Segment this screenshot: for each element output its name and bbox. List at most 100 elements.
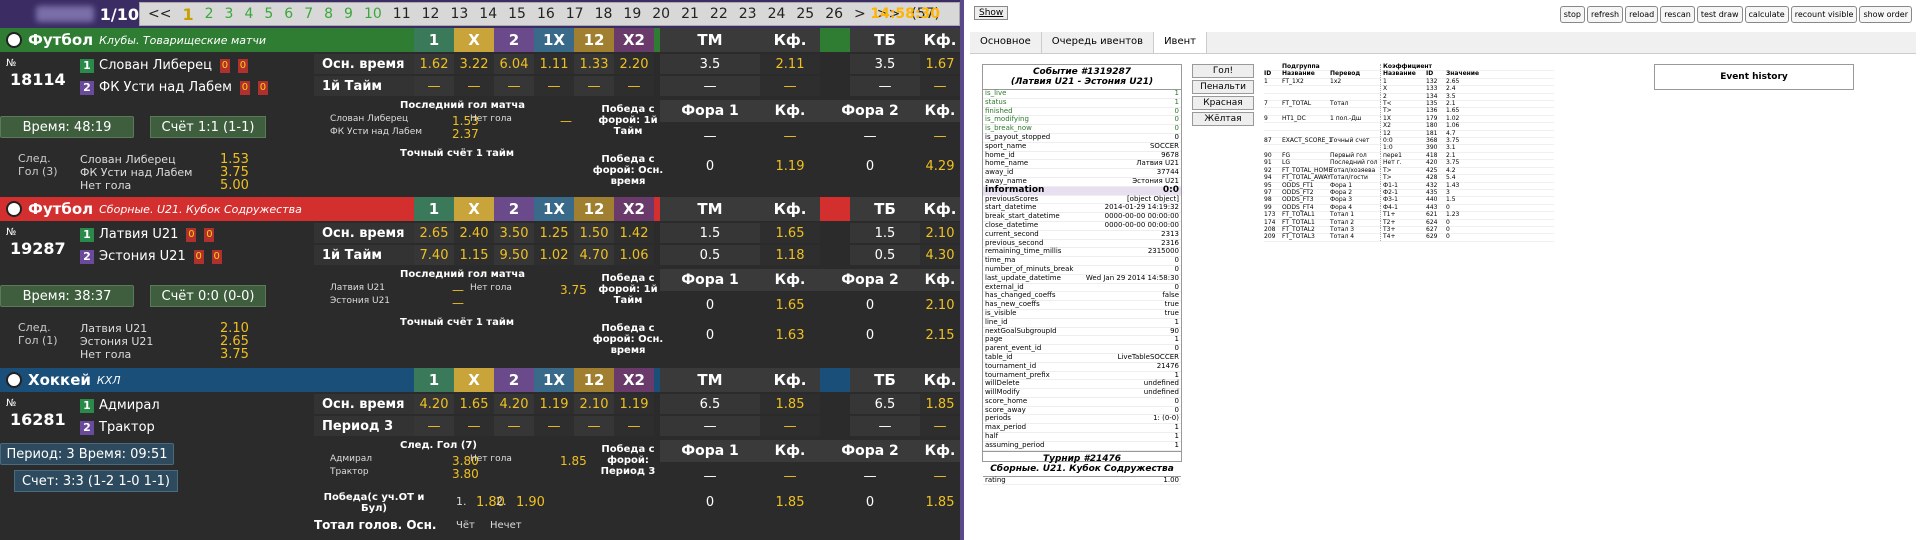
page-link-18[interactable]: 18: [595, 6, 613, 22]
pagination[interactable]: << 1 2 3 4 5 6 7 8 9 10 11 12 13 14 15 16 17 18 19 20 21 22 23 2…: [138, 2, 960, 26]
coef-cell[interactable]: 0.5: [660, 245, 760, 265]
page-link-6[interactable]: 6: [284, 6, 293, 22]
coef-cell[interactable]: 1.18: [760, 245, 820, 265]
coef-cell[interactable]: 1.06: [614, 245, 654, 265]
coef-cell[interactable]: 1.02: [534, 245, 574, 265]
tab-2[interactable]: Ивент: [1154, 32, 1207, 53]
fora-coef[interactable]: 2.15: [920, 325, 960, 345]
event-history-box[interactable]: Event history: [1654, 64, 1854, 90]
coef-cell[interactable]: —: [494, 76, 534, 96]
coef-cell[interactable]: 1.85: [920, 394, 960, 414]
coef-cell[interactable]: 1.15: [454, 245, 494, 265]
fora-coef[interactable]: 0: [660, 492, 760, 512]
fora-coef[interactable]: 0: [820, 295, 920, 315]
page-link-17[interactable]: 17: [566, 6, 584, 22]
coef-cell[interactable]: 1.85: [760, 394, 820, 414]
coef-cell[interactable]: 4.70: [574, 245, 614, 265]
page-link-22[interactable]: 22: [710, 6, 728, 22]
page-link-19[interactable]: 19: [623, 6, 641, 22]
coef-cell[interactable]: —: [414, 76, 454, 96]
fora-coef[interactable]: 1.85: [760, 492, 820, 512]
page-link-14[interactable]: 14: [479, 6, 497, 22]
coef-cell[interactable]: 1.19: [614, 394, 654, 414]
coef-cell[interactable]: 1.11: [534, 54, 574, 74]
coef-cell[interactable]: —: [414, 416, 454, 436]
tab-0[interactable]: Основное: [970, 32, 1042, 53]
last-goal-cell[interactable]: —: [452, 296, 464, 310]
coef-cell[interactable]: 4.20: [494, 394, 534, 414]
control-refresh[interactable]: refresh: [1586, 6, 1624, 23]
page-link-16[interactable]: 16: [537, 6, 555, 22]
fora-coef[interactable]: 1.65: [760, 295, 820, 315]
coef-cell[interactable]: —: [574, 416, 614, 436]
page-link-10[interactable]: 10: [364, 6, 382, 22]
fora-coef[interactable]: 2.10: [920, 295, 960, 315]
page-link-21[interactable]: 21: [681, 6, 699, 22]
coef-cell[interactable]: —: [760, 76, 820, 96]
control-recount-visible[interactable]: recount visible: [1790, 6, 1858, 23]
coef-cell[interactable]: 9.50: [494, 245, 534, 265]
coef-cell[interactable]: —: [534, 416, 574, 436]
page-link-27[interactable]: >: [854, 6, 866, 22]
page-link-0[interactable]: <<: [148, 6, 171, 22]
coef-cell[interactable]: —: [574, 76, 614, 96]
fora-coef[interactable]: 1.85: [920, 492, 960, 512]
last-goal-cell[interactable]: 1.85: [560, 454, 587, 468]
page-link-20[interactable]: 20: [652, 6, 670, 22]
fora-coef[interactable]: 0: [820, 325, 920, 345]
last-goal-cell[interactable]: 3.75: [560, 283, 587, 297]
coef-cell[interactable]: 1.25: [534, 223, 574, 243]
show-button[interactable]: Show: [974, 6, 1009, 20]
coef-cell[interactable]: 1.65: [454, 394, 494, 414]
coef-cell[interactable]: —: [494, 416, 534, 436]
win-ot-cell[interactable]: 1.90: [516, 495, 545, 510]
page-link-26[interactable]: 26: [825, 6, 843, 22]
coef-cell[interactable]: 4.30: [920, 245, 960, 265]
coef-cell[interactable]: 3.50: [494, 223, 534, 243]
action-button-1[interactable]: Пенальти: [1192, 80, 1254, 94]
fora-coef[interactable]: —: [820, 466, 920, 486]
page-link-25[interactable]: 25: [796, 6, 814, 22]
coef-cell[interactable]: 2.10: [574, 394, 614, 414]
coef-cell[interactable]: —: [850, 76, 920, 96]
control-test-draw[interactable]: test draw: [1696, 6, 1743, 23]
coef-cell[interactable]: 7.40: [414, 245, 454, 265]
coef-cell[interactable]: 2.11: [760, 54, 820, 74]
coef-cell[interactable]: 1.42: [614, 223, 654, 243]
coef-cell[interactable]: 1.33: [574, 54, 614, 74]
coef-cell[interactable]: —: [454, 416, 494, 436]
coef-cell[interactable]: 3.22: [454, 54, 494, 74]
last-goal-cell[interactable]: —: [560, 114, 572, 128]
last-goal-cell[interactable]: 3.80: [452, 467, 479, 481]
coef-cell[interactable]: 1.5: [660, 223, 760, 243]
coef-cell[interactable]: 4.20: [414, 394, 454, 414]
fora-coef[interactable]: —: [920, 466, 960, 486]
coef-cell[interactable]: 6.04: [494, 54, 534, 74]
coef-cell[interactable]: 0.5: [850, 245, 920, 265]
coef-cell[interactable]: 3.5: [850, 54, 920, 74]
last-goal-cell[interactable]: —: [452, 283, 464, 297]
page-link-13[interactable]: 13: [450, 6, 468, 22]
fora-coef[interactable]: —: [660, 466, 760, 486]
coef-cell[interactable]: 1.19: [534, 394, 574, 414]
coef-cell[interactable]: 2.40: [454, 223, 494, 243]
coef-cell[interactable]: —: [850, 416, 920, 436]
coef-cell[interactable]: —: [614, 76, 654, 96]
control-show-order[interactable]: show order: [1859, 6, 1912, 23]
fora-coef[interactable]: 0: [820, 492, 920, 512]
control-calculate[interactable]: calculate: [1744, 6, 1789, 23]
fora-coef[interactable]: 1.63: [760, 325, 820, 345]
fora-coef[interactable]: 0: [660, 295, 760, 315]
coef-cell[interactable]: 1.5: [850, 223, 920, 243]
fora-coef[interactable]: —: [660, 126, 760, 146]
coef-cell[interactable]: 6.5: [660, 394, 760, 414]
coef-cell[interactable]: —: [660, 76, 760, 96]
page-link-24[interactable]: 24: [768, 6, 786, 22]
coef-cell[interactable]: 2.65: [414, 223, 454, 243]
coef-cell[interactable]: 6.5: [850, 394, 920, 414]
control-stop[interactable]: stop: [1559, 6, 1585, 23]
coef-cell[interactable]: 3.5: [660, 54, 760, 74]
coef-cell[interactable]: 2.10: [920, 223, 960, 243]
coef-cell[interactable]: 1.50: [574, 223, 614, 243]
coef-cell[interactable]: 1.62: [414, 54, 454, 74]
